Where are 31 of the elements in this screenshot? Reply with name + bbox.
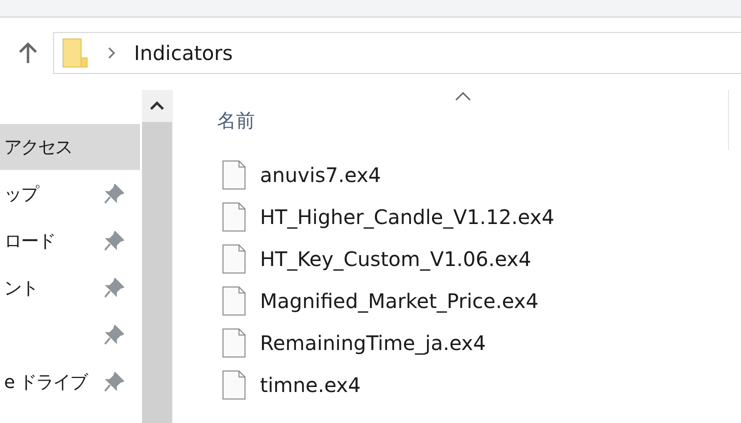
column-header[interactable]: 名前	[217, 90, 729, 150]
nav-item[interactable]: e ドライブ	[0, 359, 140, 405]
file-icon	[222, 328, 246, 358]
pin-icon[interactable]	[104, 278, 124, 298]
file-row[interactable]: timne.ex4	[217, 364, 361, 406]
nav-item[interactable]: ント	[0, 265, 140, 311]
file-icon	[222, 244, 246, 274]
nav-item[interactable]: ロード	[0, 218, 140, 264]
chevron-icon	[108, 47, 116, 59]
file-icon	[222, 202, 246, 232]
file-row[interactable]: HT_Key_Custom_V1.06.ex4	[217, 238, 532, 280]
file-row[interactable]: RemainingTime_ja.ex4	[217, 322, 486, 364]
file-row[interactable]: Magnified_Market_Price.ex4	[217, 280, 538, 322]
scrollbar-thumb[interactable]	[142, 122, 172, 423]
file-icon	[222, 370, 246, 400]
file-icon	[222, 160, 246, 190]
pin-icon[interactable]	[104, 184, 124, 204]
pin-icon[interactable]	[104, 231, 124, 251]
pin-icon[interactable]	[104, 372, 124, 392]
file-row[interactable]: HT_Higher_Candle_V1.12.ex4	[217, 196, 554, 238]
file-icon	[222, 286, 246, 316]
pin-icon[interactable]	[104, 325, 124, 345]
address-bar[interactable]: Indicators	[53, 32, 741, 74]
nav-item[interactable]: ップ	[0, 171, 140, 217]
nav-item[interactable]: アクセス	[0, 124, 140, 170]
scroll-up-button[interactable]	[142, 90, 172, 122]
folder-icon	[62, 38, 88, 68]
chevron-up-icon	[150, 101, 164, 111]
address-path: Indicators	[134, 41, 233, 65]
up-arrow-icon[interactable]	[18, 42, 38, 64]
file-row[interactable]: anuvis7.ex4	[217, 154, 382, 196]
